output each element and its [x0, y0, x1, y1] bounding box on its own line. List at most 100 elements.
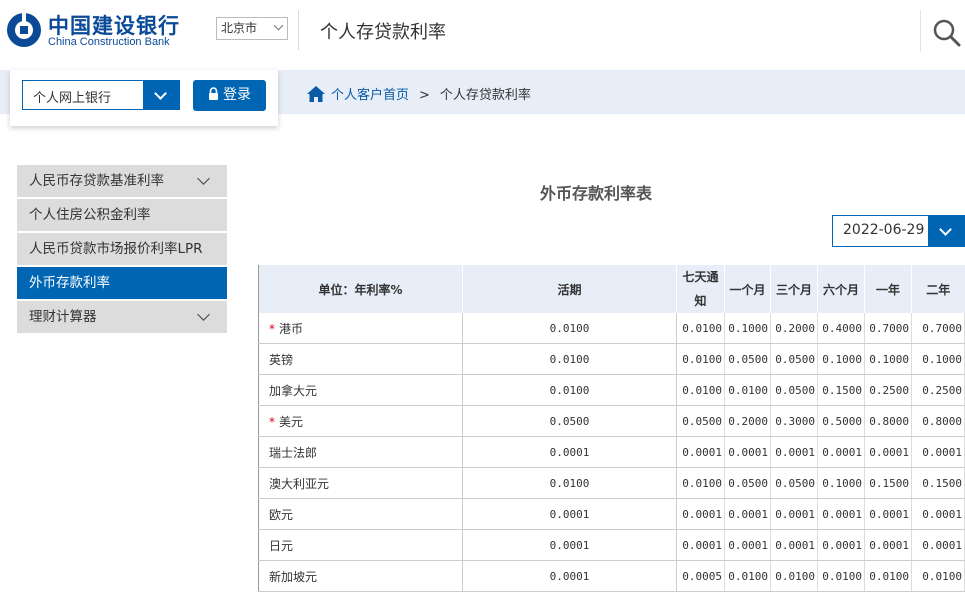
currency-name-cell: 瑞士法郎 — [258, 436, 463, 468]
sidebar-item-label: 人民币存贷款基准利率 — [29, 173, 164, 189]
rate-cell: 0.0100 — [676, 467, 725, 499]
column-header: 二年 — [911, 265, 965, 313]
sidebar-item-housing-fund-rates[interactable]: 个人住房公积金利率 — [17, 199, 227, 231]
sidebar-item-calculator[interactable]: 理财计算器 — [17, 301, 227, 333]
rate-cell: 0.7000 — [911, 313, 965, 344]
rate-cell: 0.0100 — [864, 560, 912, 592]
bank-type-select[interactable]: 个人网上银行 — [22, 80, 180, 110]
currency-name: 港币 — [279, 321, 304, 336]
rate-cell: 0.4000 — [817, 313, 865, 344]
date-select[interactable]: 2022-06-29 — [832, 215, 965, 247]
home-icon — [307, 85, 325, 102]
rate-cell: 0.0001 — [911, 436, 965, 468]
column-header: 单位：年利率% — [258, 265, 463, 313]
login-button[interactable]: 登录 — [193, 80, 266, 111]
rate-cell: 0.5000 — [817, 405, 865, 437]
table-header-row: 单位：年利率% 活期 七天通知 一个月 三个月 六个月 一年 二年 — [258, 265, 965, 313]
bank-name-en: China Construction Bank — [48, 36, 170, 48]
rate-cell: 0.0001 — [911, 529, 965, 561]
breadcrumb: 个人客户首页 > 个人存贷款利率 — [307, 84, 531, 103]
column-header: 一个月 — [724, 265, 771, 313]
rate-cell: 0.1500 — [911, 467, 965, 499]
breadcrumb-home-link[interactable]: 个人客户首页 — [331, 88, 409, 103]
sidebar-item-label: 个人住房公积金利率 — [29, 207, 151, 223]
table-row: 新加坡元 0.0001 0.0005 0.0100 0.0100 0.0100 0.0100… — [258, 560, 965, 592]
rate-cell: 0.1500 — [817, 374, 865, 406]
rate-cell: 0.0001 — [462, 436, 677, 468]
rate-cell: 0.0001 — [676, 436, 725, 468]
rate-cell: 0.1000 — [817, 343, 865, 375]
lock-icon — [209, 87, 218, 100]
chevron-down-icon — [143, 81, 179, 109]
rate-cell: 0.2000 — [770, 313, 818, 344]
currency-name-cell: 英镑 — [258, 343, 463, 375]
rate-cell: 0.0100 — [462, 467, 677, 499]
currency-name: 瑞士法郎 — [269, 445, 318, 460]
rate-cell: 0.0001 — [676, 498, 725, 530]
chevron-down-icon — [273, 20, 284, 31]
site-header: 中国建设银行 China Construction Bank 北京市 个人存贷款… — [0, 0, 965, 70]
rate-cell: 0.0001 — [864, 529, 912, 561]
table-row: 英镑 0.0100 0.0100 0.0500 0.0500 0.1000 0.1000 0.… — [258, 343, 965, 375]
rate-cell: 0.0100 — [462, 343, 677, 375]
rate-cell: 0.0500 — [724, 467, 771, 499]
currency-name: 新加坡元 — [269, 569, 318, 584]
rate-cell: 0.0001 — [462, 560, 677, 592]
currency-name: 日元 — [269, 538, 294, 553]
table-row: * 美元 0.0500 0.0500 0.2000 0.3000 0.5000 0.8000 0… — [258, 405, 965, 437]
asterisk-mark: * — [269, 414, 275, 429]
rate-cell: 0.0500 — [724, 343, 771, 375]
rate-cell: 0.2500 — [864, 374, 912, 406]
rate-cell: 0.3000 — [770, 405, 818, 437]
page-title: 个人存贷款利率 — [320, 22, 446, 43]
currency-name: 加拿大元 — [269, 383, 318, 398]
header-divider — [920, 10, 921, 52]
search-icon[interactable] — [932, 18, 962, 48]
login-panel: 个人网上银行 登录 — [10, 70, 278, 126]
rate-cell: 0.0001 — [462, 529, 677, 561]
rate-cell: 0.7000 — [864, 313, 912, 344]
sidebar-item-rmb-benchmark-rates[interactable]: 人民币存贷款基准利率 — [17, 165, 227, 197]
rate-cell: 0.0100 — [676, 343, 725, 375]
rate-cell: 0.0001 — [864, 498, 912, 530]
rate-cell: 0.0100 — [911, 560, 965, 592]
currency-name-cell: * 港币 — [258, 313, 463, 344]
currency-name-cell: 新加坡元 — [258, 560, 463, 592]
table-body: * 港币 0.0100 0.0100 0.1000 0.2000 0.4000 0.7000 0… — [258, 313, 965, 592]
sidebar-item-lpr[interactable]: 人民币贷款市场报价利率LPR — [17, 233, 227, 265]
rate-cell: 0.1000 — [864, 343, 912, 375]
breadcrumb-current: 个人存贷款利率 — [439, 88, 531, 103]
column-header: 一年 — [864, 265, 912, 313]
table-row: 加拿大元 0.0100 0.0100 0.0100 0.0500 0.1500 0.2500… — [258, 374, 965, 406]
column-header: 活期 — [462, 265, 677, 313]
rate-cell: 0.0100 — [724, 374, 771, 406]
rate-cell: 0.0500 — [770, 467, 818, 499]
rate-cell: 0.0001 — [864, 436, 912, 468]
city-select[interactable]: 北京市 — [216, 17, 288, 40]
rate-cell: 0.0500 — [462, 405, 677, 437]
rate-cell: 0.0500 — [676, 405, 725, 437]
rate-cell: 0.0100 — [676, 374, 725, 406]
rate-cell: 0.2500 — [911, 374, 965, 406]
city-select-value: 北京市 — [221, 21, 258, 35]
table-title: 外币存款利率表 — [540, 184, 653, 203]
chevron-down-icon — [197, 308, 210, 321]
currency-name: 欧元 — [269, 507, 294, 522]
table-row: 澳大利亚元 0.0100 0.0100 0.0500 0.0500 0.1000 0.150… — [258, 467, 965, 499]
login-button-label: 登录 — [223, 87, 251, 103]
rate-cell: 0.0100 — [770, 560, 818, 592]
sidebar-item-label: 理财计算器 — [29, 309, 97, 325]
breadcrumb-separator: > — [419, 88, 430, 103]
rate-cell: 0.0100 — [724, 560, 771, 592]
rate-cell: 0.0001 — [817, 436, 865, 468]
table-row: 日元 0.0001 0.0001 0.0001 0.0001 0.0001 0.0001 0.… — [258, 529, 965, 561]
sidebar-item-label: 人民币贷款市场报价利率LPR — [29, 241, 203, 257]
rate-cell: 0.0001 — [724, 498, 771, 530]
currency-name-cell: 加拿大元 — [258, 374, 463, 406]
rate-cell: 0.0005 — [676, 560, 725, 592]
rate-cell: 0.0500 — [770, 343, 818, 375]
ccb-logo[interactable]: 中国建设银行 China Construction Bank — [6, 10, 211, 50]
rate-cell: 0.0001 — [770, 498, 818, 530]
rate-cell: 0.0001 — [770, 529, 818, 561]
sidebar-item-foreign-deposit-rates[interactable]: 外币存款利率 — [17, 267, 227, 299]
